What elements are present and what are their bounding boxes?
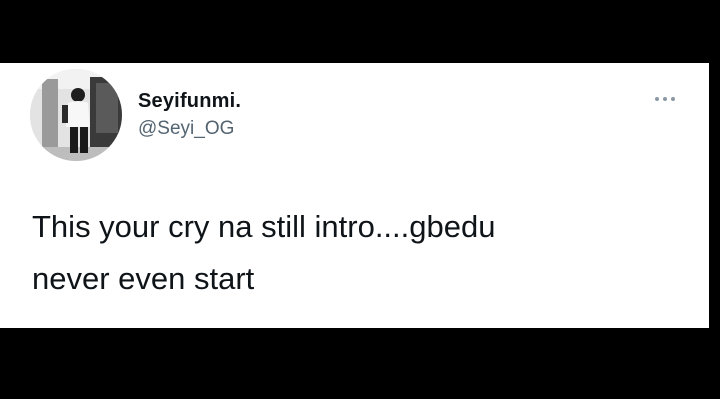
tweet-text: This your cry na still intro....gbedu ne… [32, 201, 692, 305]
more-horizontal-icon[interactable] [655, 94, 685, 104]
dot [663, 97, 667, 101]
avatar[interactable] [30, 69, 122, 161]
screen-edge [709, 63, 720, 328]
user-handle[interactable]: @Seyi_OG [138, 118, 234, 140]
tweet-card[interactable]: Seyifunmi. @Seyi_OG This your cry na sti… [0, 63, 709, 328]
profile-photo-icon [30, 69, 122, 161]
dot [655, 97, 659, 101]
tweet-text-line: This your cry na still intro....gbedu [32, 209, 496, 244]
tweet-text-line: never even start [32, 261, 255, 296]
screenshot-frame: Seyifunmi. @Seyi_OG This your cry na sti… [0, 0, 720, 399]
dot [671, 97, 675, 101]
display-name[interactable]: Seyifunmi. [138, 90, 241, 113]
